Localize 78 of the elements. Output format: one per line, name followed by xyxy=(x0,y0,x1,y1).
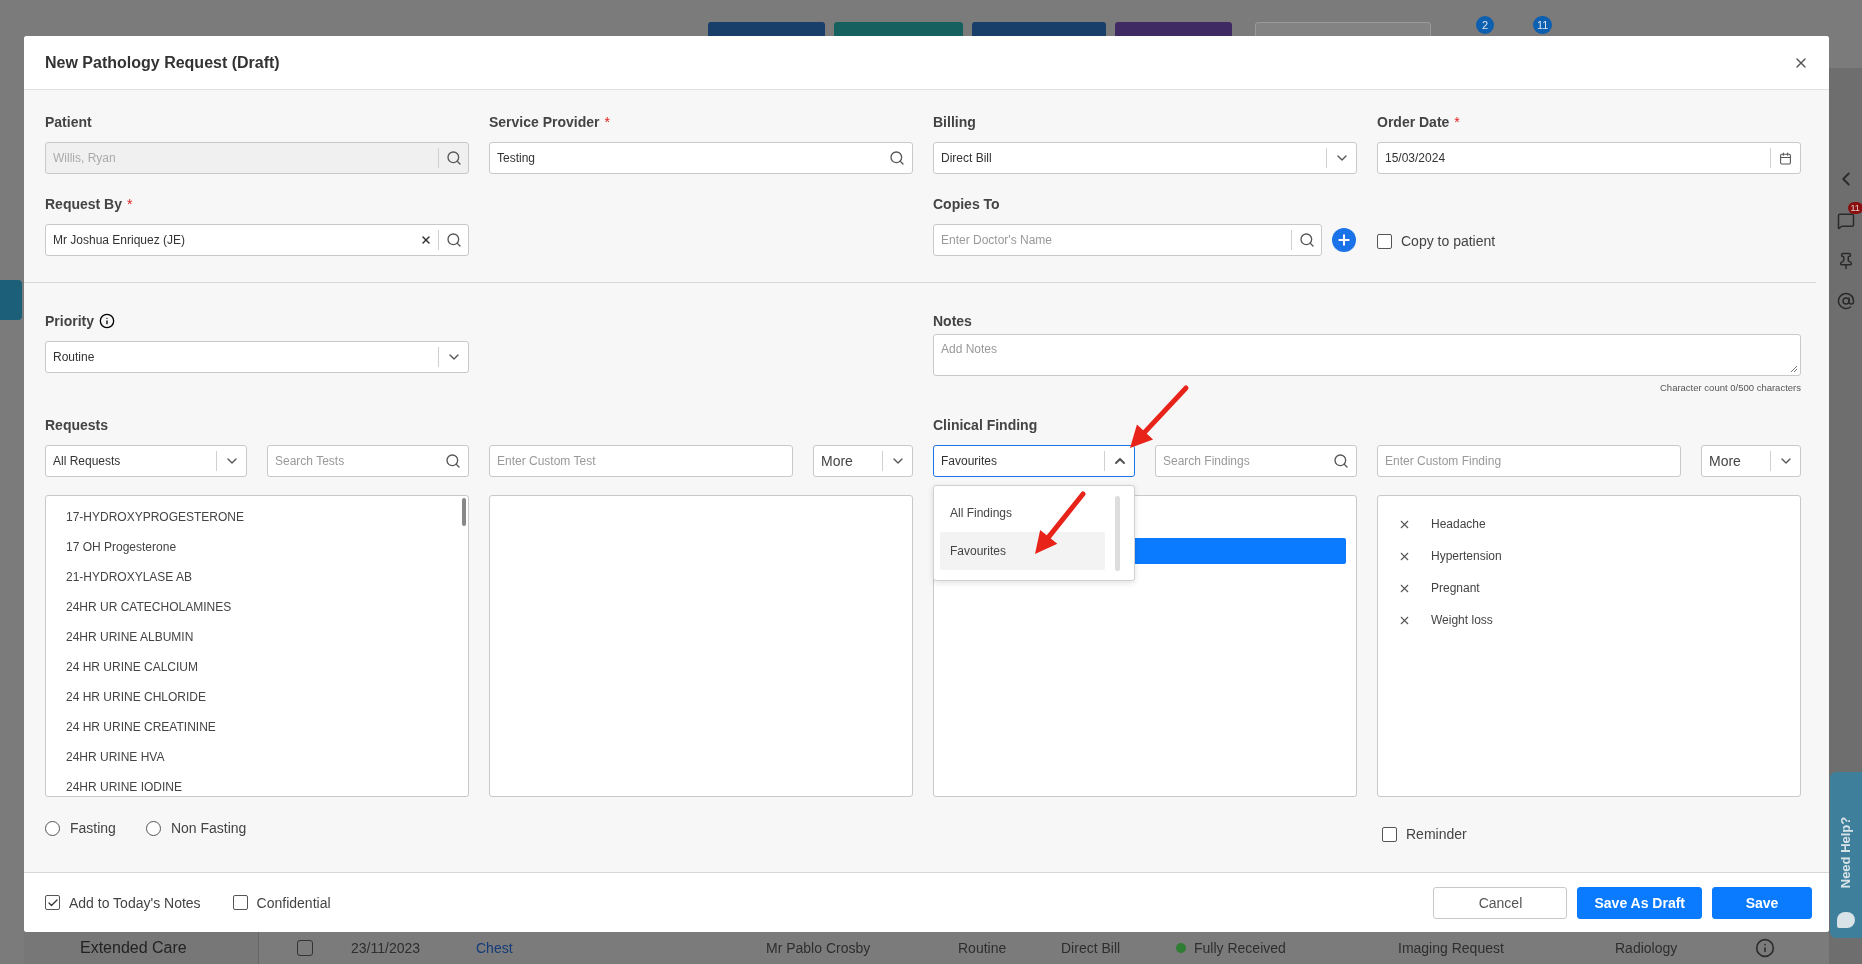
dropdown-option[interactable]: All Findings xyxy=(940,494,1105,532)
field-label: Priority xyxy=(45,312,94,331)
help-label: Need Help? xyxy=(1838,816,1854,889)
test-item[interactable]: 24HR URINE ALBUMIN xyxy=(66,622,194,652)
at-sign-icon[interactable] xyxy=(1836,292,1855,310)
requests-filter-select[interactable]: All Requests xyxy=(45,445,247,477)
order-date-field[interactable]: 15/03/2024 xyxy=(1377,142,1801,174)
footer-button[interactable]: Save xyxy=(1712,886,1812,919)
test-item[interactable]: 24HR URINE HVA xyxy=(66,742,165,772)
row-checkbox[interactable] xyxy=(297,940,313,956)
search-icon[interactable] xyxy=(889,150,905,166)
section-header: Extended Care xyxy=(24,932,259,964)
more-select[interactable]: More xyxy=(1701,445,1801,477)
annotation-arrow xyxy=(1130,385,1189,448)
footer-button[interactable]: Save As Draft xyxy=(1577,886,1702,919)
required-mark: * xyxy=(604,114,610,130)
table-cell-text: 23/11/2023 xyxy=(351,940,422,956)
table-cell-text: Routine xyxy=(958,940,1008,956)
table-cell-text: Fully Received xyxy=(1194,940,1287,956)
dropdown-option[interactable]: Favourites xyxy=(940,532,1105,570)
character-count: Character count 0/500 characters xyxy=(1660,382,1801,393)
field-label: Order Date xyxy=(1377,113,1450,132)
notification-badge: 2 xyxy=(1476,16,1494,34)
field-label: Copies To xyxy=(933,195,1000,214)
clear-icon[interactable] xyxy=(420,234,432,246)
info-icon[interactable] xyxy=(99,313,115,329)
checkbox[interactable]: Copy to patient xyxy=(1377,233,1496,249)
test-item[interactable]: 24HR URINE IODINE xyxy=(66,772,183,796)
chat-bubble-icon xyxy=(1837,912,1855,928)
search-icon[interactable] xyxy=(1298,232,1315,248)
test-item[interactable]: 17 OH Progesterone xyxy=(66,532,177,562)
scrollbar-thumb[interactable] xyxy=(462,498,466,526)
chat-icon[interactable] xyxy=(1836,212,1855,230)
finding-item: Pregnant xyxy=(1431,581,1480,595)
field-label: Request By xyxy=(45,195,123,214)
field-label: Requests xyxy=(45,416,109,435)
table-cell-text: Imaging Request xyxy=(1398,940,1505,956)
request-by-field[interactable]: Mr Joshua Enriquez (JE) xyxy=(45,224,469,256)
test-item[interactable]: 24HR UR CATECHOLAMINES xyxy=(66,592,232,622)
service-provider-field[interactable]: Testing xyxy=(489,142,913,174)
more-select[interactable]: More xyxy=(813,445,913,477)
finding-item: Hypertension xyxy=(1431,549,1502,563)
field-label: Service Provider xyxy=(489,113,600,132)
search-icon[interactable] xyxy=(1333,453,1349,469)
checkbox[interactable]: Add to Today's Notes xyxy=(45,894,201,911)
field-label: Billing xyxy=(933,113,976,132)
notification-badge: 11 xyxy=(1533,16,1553,34)
priority-select[interactable]: Routine xyxy=(45,341,469,373)
test-item[interactable]: 24 HR URINE CREATININE xyxy=(66,712,216,742)
scrollbar-thumb[interactable] xyxy=(1115,496,1120,571)
required-mark: * xyxy=(127,196,133,212)
table-cell-text: Radiology xyxy=(1615,940,1679,956)
finding-item: Weight loss xyxy=(1431,613,1493,627)
checkbox[interactable]: Confidential xyxy=(232,894,331,911)
footer-button[interactable]: Cancel xyxy=(1433,886,1568,919)
finding-item: Headache xyxy=(1431,517,1486,531)
calendar-icon[interactable] xyxy=(1779,151,1792,165)
field-label: Notes xyxy=(933,312,972,331)
test-item[interactable]: 21-HYDROXYLASE AB xyxy=(66,562,193,592)
search-icon[interactable] xyxy=(445,453,461,469)
search-icon[interactable] xyxy=(445,232,462,248)
test-item[interactable]: 17-HYDROXYPROGESTERONE xyxy=(66,502,245,532)
radio-option[interactable]: Fasting xyxy=(45,811,116,846)
dialog-title: New Pathology Request (Draft) xyxy=(45,53,280,72)
table-cell-text: Direct Bill xyxy=(1061,940,1122,956)
billing-select[interactable]: Direct Bill xyxy=(933,142,1357,174)
table-cell-text: Mr Pablo Crosby xyxy=(766,940,872,956)
resize-grip-icon[interactable] xyxy=(1790,365,1798,373)
annotation-arrow xyxy=(1035,491,1086,554)
test-item[interactable]: 24 HR URINE CALCIUM xyxy=(66,652,199,682)
field-label: Patient xyxy=(45,113,92,132)
radio-option[interactable]: Non Fasting xyxy=(145,811,247,846)
findings-filter-select[interactable]: Favourites xyxy=(933,445,1135,477)
notification-badge: 11 xyxy=(1847,202,1862,214)
test-item[interactable]: 24 HR URINE CHLORIDE xyxy=(66,682,207,712)
required-mark: * xyxy=(1454,114,1460,130)
field-label: Clinical Finding xyxy=(933,416,1038,435)
checkbox[interactable]: Reminder xyxy=(1382,826,1467,842)
